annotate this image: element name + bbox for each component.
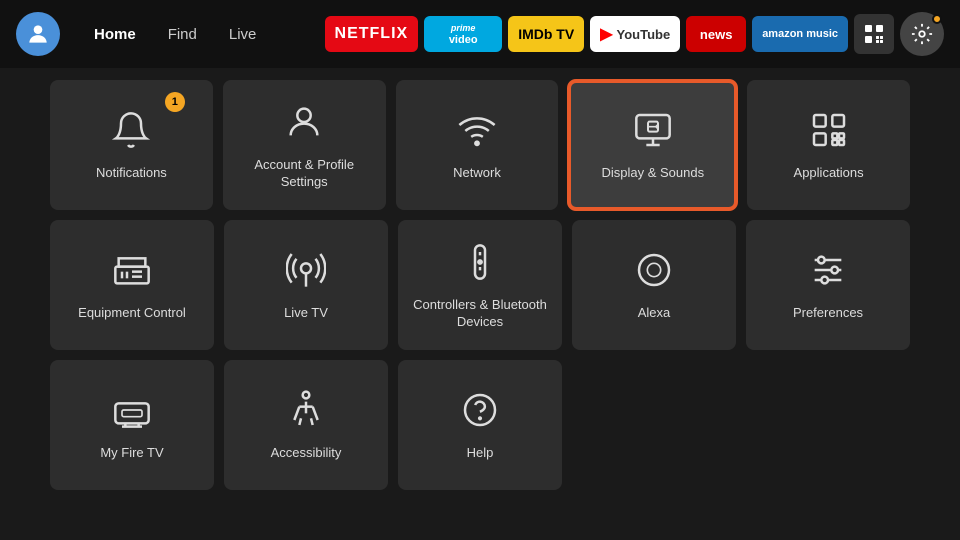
nav-links: Home Find Live	[80, 20, 270, 49]
equipment-icon	[112, 250, 152, 295]
display-icon	[633, 110, 673, 155]
tile-applications[interactable]: Applications	[747, 80, 910, 210]
prime-app[interactable]: prime video	[424, 16, 502, 52]
youtube-label: YouTube	[617, 27, 671, 42]
wifi-icon	[457, 110, 497, 155]
grid-row-3: My Fire TV Accessibility	[50, 360, 910, 490]
tile-notifications-label: Notifications	[96, 165, 167, 182]
grid-row-2: Equipment Control Live TV	[50, 220, 910, 350]
youtube-app[interactable]: ▶ YouTube	[590, 16, 680, 52]
header: Home Find Live NETFLIX prime video IMDb …	[0, 0, 960, 68]
youtube-play-icon: ▶	[600, 24, 612, 44]
avatar[interactable]	[16, 12, 60, 56]
netflix-app[interactable]: NETFLIX	[325, 16, 419, 52]
tile-livetv-label: Live TV	[284, 305, 328, 322]
app-icons: NETFLIX prime video IMDb TV ▶ YouTube ne…	[325, 12, 944, 56]
news-app[interactable]: news	[686, 16, 746, 52]
tile-preferences[interactable]: Preferences	[746, 220, 910, 350]
imdb-app[interactable]: IMDb TV	[508, 16, 584, 52]
bell-icon	[111, 110, 151, 155]
tile-accessibility-label: Accessibility	[271, 445, 342, 462]
tile-controllers-label: Controllers & Bluetooth Devices	[408, 297, 552, 331]
tile-alexa[interactable]: Alexa	[572, 220, 736, 350]
tile-controllers[interactable]: Controllers & Bluetooth Devices	[398, 220, 562, 350]
tile-accessibility[interactable]: Accessibility	[224, 360, 388, 490]
tile-firetv-label: My Fire TV	[100, 445, 163, 462]
grid-row-1: 1 Notifications Account & Profile Settin…	[50, 80, 910, 210]
settings-grid: 1 Notifications Account & Profile Settin…	[0, 68, 960, 502]
tile-alexa-label: Alexa	[638, 305, 671, 322]
tile-equipment[interactable]: Equipment Control	[50, 220, 214, 350]
nav-live[interactable]: Live	[215, 20, 271, 49]
alexa-icon	[634, 250, 674, 295]
tile-display-label: Display & Sounds	[601, 165, 704, 182]
grid-icon-btn[interactable]	[854, 14, 894, 54]
tile-empty-1	[572, 360, 736, 490]
tile-network[interactable]: Network	[396, 80, 559, 210]
prime-label: prime	[451, 23, 476, 33]
nav-home[interactable]: Home	[80, 20, 150, 49]
tile-preferences-label: Preferences	[793, 305, 863, 322]
tile-network-label: Network	[453, 165, 501, 182]
firetv-icon	[112, 390, 152, 435]
tile-applications-label: Applications	[794, 165, 864, 182]
antenna-icon	[286, 250, 326, 295]
notification-count-badge: 1	[165, 92, 185, 112]
person-icon	[284, 102, 324, 147]
settings-button[interactable]	[900, 12, 944, 56]
sliders-icon	[808, 250, 848, 295]
tile-account[interactable]: Account & Profile Settings	[223, 80, 386, 210]
nav-find[interactable]: Find	[154, 20, 211, 49]
tile-account-label: Account & Profile Settings	[233, 157, 376, 191]
tile-notifications[interactable]: 1 Notifications	[50, 80, 213, 210]
tile-livetv[interactable]: Live TV	[224, 220, 388, 350]
accessibility-icon	[286, 390, 326, 435]
tile-help-label: Help	[467, 445, 494, 462]
tile-help[interactable]: Help	[398, 360, 562, 490]
tile-display[interactable]: Display & Sounds	[568, 80, 737, 210]
tile-firetv[interactable]: My Fire TV	[50, 360, 214, 490]
remote-icon	[460, 242, 500, 287]
settings-notification-dot	[932, 14, 942, 24]
help-icon	[460, 390, 500, 435]
apps-icon	[809, 110, 849, 155]
prime-video-label: video	[449, 34, 478, 46]
tile-equipment-label: Equipment Control	[78, 305, 186, 322]
tile-empty-2	[746, 360, 910, 490]
music-app[interactable]: amazon music	[752, 16, 848, 52]
